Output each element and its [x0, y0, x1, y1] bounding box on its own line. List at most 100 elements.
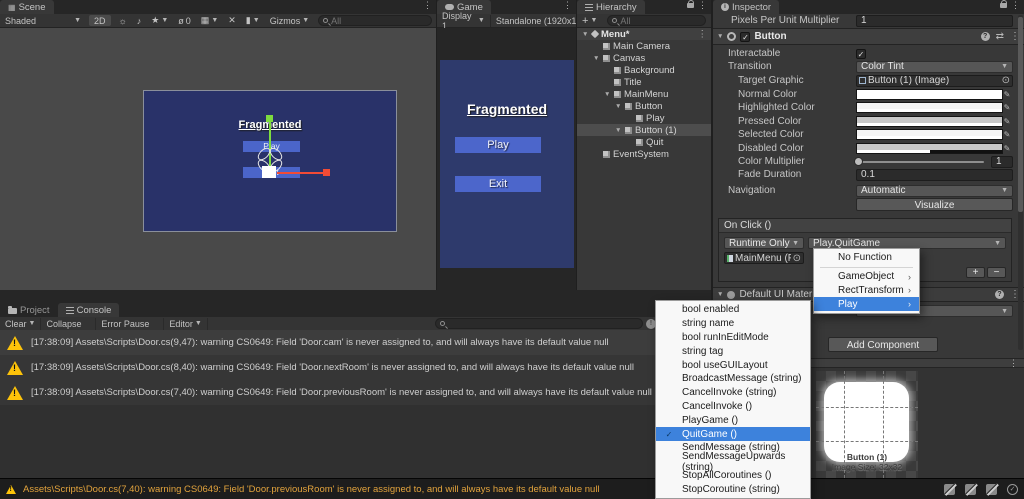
game-menu-icon[interactable]: ⋮	[559, 0, 576, 14]
console-search-input[interactable]	[448, 319, 638, 329]
function-menu-item[interactable]: ✓ bool enabled	[656, 303, 810, 317]
hidden-objects-icon[interactable]: ø0	[173, 15, 196, 27]
object-picker-icon[interactable]: ⊙	[1002, 75, 1010, 86]
color-swatch[interactable]	[856, 89, 1003, 100]
gizmos-dropdown[interactable]: Gizmos ▼	[265, 15, 314, 27]
foldout-arrow-icon[interactable]: ▼	[717, 33, 723, 40]
console-toolbar-button[interactable]: Clear ▼	[0, 318, 41, 330]
color-multiplier-slider[interactable]	[856, 161, 984, 163]
hierarchy-search-input[interactable]	[620, 16, 701, 26]
event-mode-dropdown[interactable]: Runtime Only ▼	[724, 237, 804, 249]
hierarchy-row[interactable]: ▼ Quit	[577, 136, 711, 148]
hierarchy-row[interactable]: ▼ Canvas	[577, 52, 711, 64]
function-menu-item[interactable]: ✓ CancelInvoke (string)	[656, 386, 810, 400]
tab-hierarchy[interactable]: Hierarchy	[577, 0, 645, 14]
console-toolbar-button[interactable]: Collapse ▼	[41, 318, 96, 330]
gizmo-y-handle[interactable]	[266, 115, 273, 122]
hierarchy-row[interactable]: ▼ Title	[577, 76, 711, 88]
foldout-arrow-icon[interactable]: ▼	[593, 55, 600, 62]
function-menu-item[interactable]: ✓ PlayGame ()	[656, 413, 810, 427]
lighting-toggle-icon[interactable]: ☼	[114, 15, 132, 27]
2d-toggle[interactable]: 2D	[89, 15, 111, 26]
remove-event-button[interactable]: −	[987, 267, 1006, 278]
hierarchy-search[interactable]	[607, 15, 706, 26]
status-check-icon[interactable]: ✓	[1007, 484, 1018, 495]
function-menu-item[interactable]: ✓ StopCoroutine (string)	[656, 482, 810, 496]
event-target-field[interactable]: MainMenu (Play) ⊙	[724, 252, 804, 264]
add-component-button[interactable]: Add Component	[828, 337, 938, 352]
foldout-arrow-icon[interactable]: ▼	[615, 103, 622, 110]
create-object-button[interactable]: + ▼	[577, 15, 602, 27]
function-menu-item[interactable]: ✓ BroadcastMessage (string)	[656, 372, 810, 386]
console-search[interactable]	[435, 318, 643, 329]
add-event-button[interactable]: +	[966, 267, 985, 278]
console-row[interactable]: [17:38:09] Assets\Scripts\Door.cs(8,40):…	[0, 355, 711, 380]
tab-project[interactable]: Project	[0, 303, 58, 317]
gizmo-pivot-handle[interactable]	[262, 166, 276, 178]
tab-inspector[interactable]: i Inspector	[713, 0, 779, 14]
resolution-dropdown[interactable]: Standalone (1920x1	[490, 15, 576, 27]
grid-dropdown-icon[interactable]: ▦▼	[196, 15, 223, 27]
console-row[interactable]: [17:38:09] Assets\Scripts\Door.cs(7,40):…	[0, 380, 711, 405]
interactable-checkbox[interactable]: ✓	[856, 49, 866, 59]
gizmo-x-handle[interactable]	[323, 169, 330, 176]
console-row[interactable]: [17:38:09] Assets\Scripts\Door.cs(9,47):…	[0, 330, 711, 355]
context-menu-item[interactable]: ✓ GameObject ›	[814, 270, 919, 284]
hierarchy-row[interactable]: ▼ Main Camera	[577, 40, 711, 52]
scene-menu-icon[interactable]: ⋮	[419, 0, 436, 14]
color-swatch[interactable]	[856, 116, 1003, 127]
scene-search[interactable]	[318, 15, 432, 26]
scene-search-input[interactable]	[331, 16, 427, 26]
function-menu-item[interactable]: ✓ string name	[656, 317, 810, 331]
hierarchy-row[interactable]: ▼ MainMenu	[577, 88, 711, 100]
object-picker-icon[interactable]: ⊙	[793, 253, 801, 264]
mute-notifications-icon[interactable]	[944, 484, 955, 495]
audio-toggle-icon[interactable]: ♪	[132, 15, 147, 27]
hierarchy-row[interactable]: ▼ Background	[577, 64, 711, 76]
console-toolbar-button[interactable]: Error Pause ▼	[96, 318, 164, 330]
function-menu-item[interactable]: ✓ QuitGame ()	[656, 427, 810, 441]
effects-dropdown-icon[interactable]: ★▼	[146, 15, 173, 27]
function-menu-item[interactable]: ✓ CancelInvoke ()	[656, 400, 810, 414]
context-menu-item[interactable]: ✓ Play ›	[814, 297, 919, 311]
help-icon[interactable]: ?	[981, 32, 990, 41]
component-enabled-checkbox[interactable]: ✓	[740, 32, 750, 42]
function-menu-item[interactable]: ✓ SendMessageUpwards (string)	[656, 455, 810, 469]
eyedropper-icon[interactable]: ✎	[1002, 117, 1012, 126]
foldout-arrow-icon[interactable]: ▼	[604, 91, 611, 98]
transition-dropdown[interactable]: Color Tint ▼	[856, 61, 1013, 73]
services-disabled-icon[interactable]	[986, 484, 997, 495]
eyedropper-icon[interactable]: ✎	[1002, 130, 1012, 139]
color-swatch[interactable]	[856, 143, 1003, 154]
function-menu-item[interactable]: ✓ StopAllCoroutines ()	[656, 469, 810, 483]
camera-dropdown-icon[interactable]: ▮▼	[241, 15, 265, 27]
lock-icon[interactable]	[1000, 3, 1007, 8]
navigation-dropdown[interactable]: Automatic ▼	[856, 185, 1013, 197]
function-menu-item[interactable]: ✓ bool runInEditMode	[656, 331, 810, 345]
inspector-menu-icon[interactable]: ⋮	[1007, 0, 1024, 14]
presets-icon[interactable]: ⇄	[996, 31, 1004, 42]
color-swatch[interactable]	[856, 102, 1003, 113]
hierarchy-row[interactable]: ▼ Menu*	[577, 28, 711, 40]
color-swatch[interactable]	[856, 129, 1003, 140]
target-graphic-field[interactable]: Button (1) (Image) ⊙	[856, 75, 1013, 87]
slider-thumb[interactable]	[854, 157, 863, 166]
context-menu-item[interactable]: ✓ No Function ›	[814, 251, 919, 265]
foldout-arrow-icon[interactable]: ▼	[582, 31, 589, 38]
tool-settings-icon[interactable]: ✕	[223, 15, 241, 27]
scene-viewport[interactable]: Fragmented Play Exit	[0, 28, 436, 290]
foldout-arrow-icon[interactable]: ▼	[717, 291, 723, 298]
lock-icon[interactable]	[687, 3, 694, 8]
console-toolbar-button[interactable]: Editor ▼	[164, 318, 207, 330]
hierarchy-menu-icon[interactable]: ⋮	[694, 0, 711, 14]
inspector-scrollbar[interactable]	[1018, 15, 1023, 350]
hierarchy-row[interactable]: ▼ Button (1)	[577, 124, 711, 136]
function-menu-item[interactable]: ✓ bool useGUILayout	[656, 358, 810, 372]
tab-scene[interactable]: ▦ Scene	[0, 0, 54, 14]
function-menu-item[interactable]: ✓ string tag	[656, 344, 810, 358]
cache-server-disabled-icon[interactable]	[965, 484, 976, 495]
eyedropper-icon[interactable]: ✎	[1002, 90, 1012, 99]
eyedropper-icon[interactable]: ✎	[1002, 144, 1012, 153]
fade-duration-field[interactable]: 0.1	[856, 169, 1013, 181]
tab-console[interactable]: Console	[58, 303, 120, 317]
